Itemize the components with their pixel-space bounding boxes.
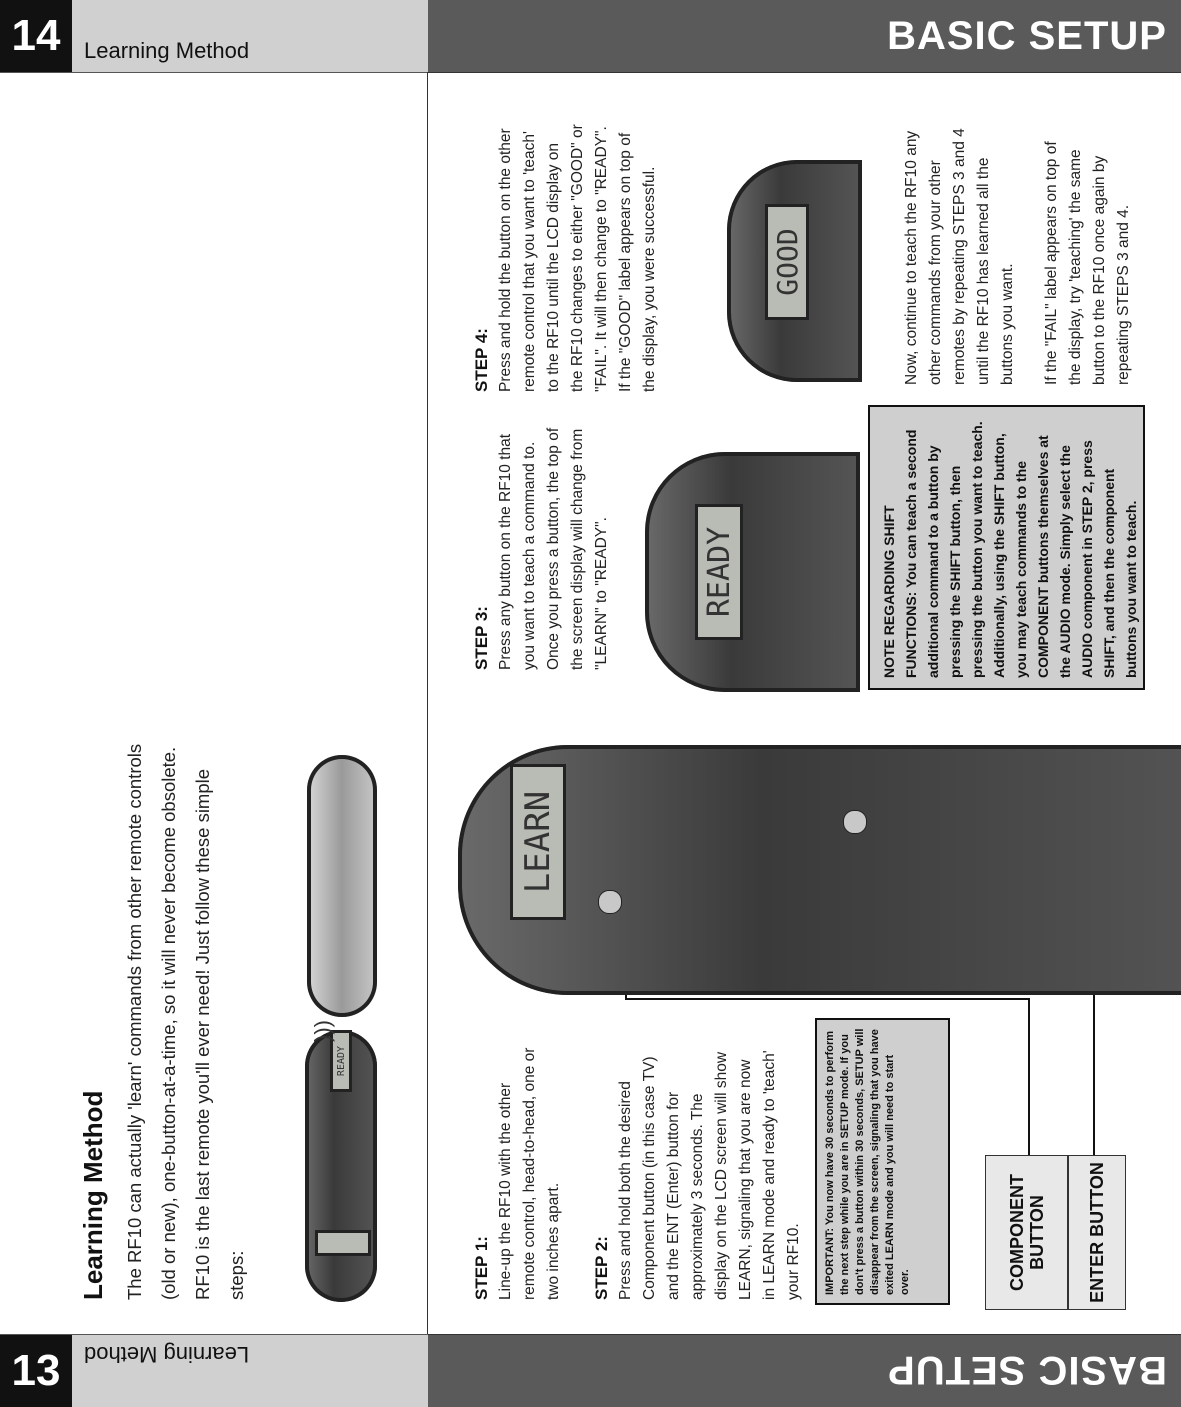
step1-heading: STEP 1: xyxy=(472,1236,491,1300)
connector-line xyxy=(1093,978,1095,1155)
footer-left-band: 13 Learning Method xyxy=(0,1334,428,1407)
component-button[interactable] xyxy=(598,890,622,914)
step3: STEP 3: Press any button on the RF10 tha… xyxy=(470,415,614,670)
intro-text: The RF10 can actually 'learn' commands f… xyxy=(124,743,247,1300)
remote-image-main xyxy=(458,745,1181,995)
main-lcd-text: LEARN xyxy=(510,764,566,920)
continue-text: Now, continue to teach the RF10 any othe… xyxy=(903,128,1016,385)
step3-text: Press any button on the RF10 that you wa… xyxy=(497,427,610,670)
column-divider xyxy=(427,72,428,1334)
step4: STEP 4: Press and hold the button on the… xyxy=(470,124,662,392)
remote-image-step3 xyxy=(645,452,860,692)
step2-heading: STEP 2: xyxy=(592,1236,611,1300)
footer-section-title: BASIC SETUP xyxy=(887,1348,1167,1392)
header-right-band: BASIC SETUP xyxy=(428,0,1181,73)
connector-line xyxy=(1028,998,1030,1155)
footer-title: Learning Method xyxy=(84,1342,250,1367)
header-title: Learning Method xyxy=(84,38,250,63)
lcd-display xyxy=(315,1230,371,1256)
component-button-callout: COMPONENT BUTTON xyxy=(985,1155,1068,1310)
header-left-band: 14 Learning Method xyxy=(0,0,428,73)
page-number: 14 xyxy=(0,0,72,72)
footer-right-band: BASIC SETUP xyxy=(428,1334,1181,1407)
step4-lcd-text: GOOD xyxy=(765,204,809,320)
fail-text: If the "FAIL" label appears on top of th… xyxy=(1043,141,1132,385)
connector-line xyxy=(625,998,1030,1000)
signal-waves-icon: ))) xyxy=(309,1020,335,1042)
remote-image-other xyxy=(307,755,377,1017)
footer-page-number: 13 xyxy=(0,1335,72,1407)
intro-heading: Learning Method xyxy=(78,1090,108,1300)
step2: STEP 2: Press and hold both the desired … xyxy=(590,1045,806,1300)
important-note-box: IMPORTANT: You now have 30 seconds to pe… xyxy=(815,1018,950,1305)
enter-button[interactable] xyxy=(843,810,867,834)
step4-text: Press and hold the button on the other r… xyxy=(497,124,658,392)
step1: STEP 1: Line-up the RF10 with the other … xyxy=(470,1045,566,1300)
step2-text: Press and hold both the desired Componen… xyxy=(617,1050,802,1300)
step1-text: Line-up the RF10 with the other remote c… xyxy=(497,1047,562,1300)
enter-button-callout: ENTER BUTTON xyxy=(1068,1155,1126,1310)
step3-lcd-text: READY xyxy=(695,504,743,640)
step3-heading: STEP 3: xyxy=(472,606,491,670)
section-title: BASIC SETUP xyxy=(887,14,1167,58)
step4-heading: STEP 4: xyxy=(472,328,491,392)
shift-note-box: NOTE REGARDING SHIFT FUNCTIONS: You can … xyxy=(868,405,1145,690)
